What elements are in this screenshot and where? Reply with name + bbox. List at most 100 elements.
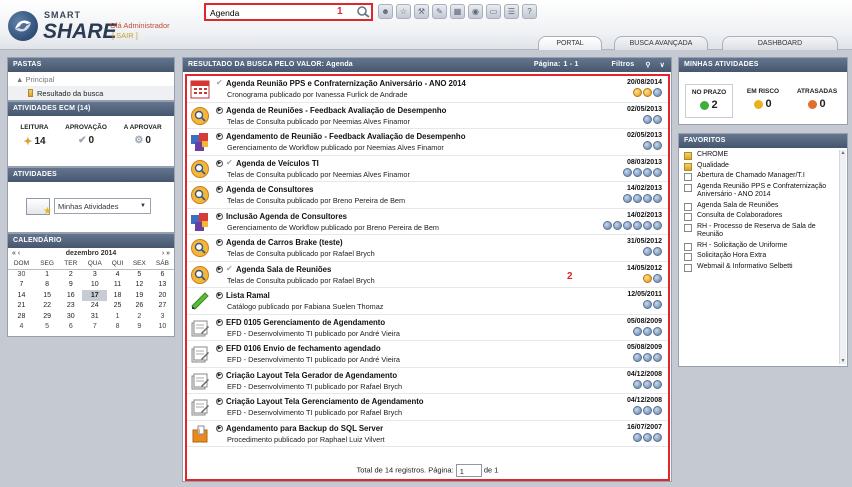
calendar-day[interactable]: 14 bbox=[8, 290, 35, 301]
action-favorite-icon[interactable] bbox=[643, 273, 652, 283]
favorite-item[interactable]: Abertura de Chamado Manager/T.I bbox=[679, 171, 837, 182]
result-title[interactable]: EFD 0105 Gerenciamento de Agendamento bbox=[226, 318, 385, 327]
calendar-day[interactable]: 3 bbox=[151, 311, 174, 322]
em-risco[interactable]: EM RISCO 0 bbox=[739, 84, 787, 118]
calendar-day[interactable]: 25 bbox=[107, 301, 128, 312]
expand-arrow-icon[interactable]: ▶ bbox=[216, 371, 223, 379]
favorite-item[interactable]: RH - Processo de Reserva de Sala de Reun… bbox=[679, 222, 837, 241]
expand-arrow-icon[interactable]: ▶ bbox=[216, 159, 223, 167]
result-row[interactable]: i ▶ Agendamento para Backup do SQL Server P… bbox=[187, 421, 668, 447]
action-view-icon[interactable] bbox=[643, 406, 652, 415]
action-view-icon[interactable] bbox=[633, 220, 642, 230]
result-title[interactable]: Lista Ramal bbox=[226, 291, 270, 300]
action-view-icon[interactable] bbox=[653, 247, 662, 256]
expand-arrow-icon[interactable]: ▶ bbox=[216, 133, 223, 140]
calendar-day[interactable]: 12 bbox=[128, 280, 151, 291]
ecm-leitura[interactable]: LEITURA ✦ 14 bbox=[20, 124, 48, 160]
result-row[interactable]: ✔ Agenda Reunião PPS e Confraternização A… bbox=[187, 76, 668, 103]
result-title[interactable]: EFD 0106 Envio de fechamento agendado bbox=[226, 344, 381, 353]
calendar-day[interactable]: 16 bbox=[59, 290, 82, 301]
result-row[interactable]: ▶ ✔ Agenda de Veículos TI Telas de Consulta… bbox=[187, 156, 668, 182]
calendar-day[interactable]: 4 bbox=[8, 322, 35, 333]
action-view-icon[interactable] bbox=[603, 220, 612, 230]
calendar-day[interactable]: 29 bbox=[35, 311, 59, 322]
action-view-icon[interactable] bbox=[643, 432, 652, 442]
action-view-icon[interactable] bbox=[653, 432, 662, 442]
favorite-item[interactable]: Qualidade bbox=[679, 161, 837, 172]
calendar-prev-button[interactable]: « ‹ bbox=[12, 250, 20, 259]
action-view-icon[interactable] bbox=[623, 167, 632, 177]
filtros-label[interactable]: Filtros bbox=[612, 61, 635, 72]
calendar-day[interactable]: 1 bbox=[107, 311, 128, 322]
monitor-icon[interactable]: ▭ bbox=[486, 4, 501, 19]
atrasadas[interactable]: ATRASADAS 0 bbox=[793, 84, 841, 118]
logout-link[interactable]: [ SAIR ] bbox=[112, 31, 138, 40]
action-view-icon[interactable] bbox=[653, 353, 662, 362]
favorite-item[interactable]: Consulta de Colaboradores bbox=[679, 211, 837, 222]
calendar-day[interactable]: 21 bbox=[8, 301, 35, 312]
star-icon[interactable]: ☆ bbox=[396, 4, 411, 19]
expand-arrow-icon[interactable]: ▶ bbox=[216, 292, 223, 299]
action-view-icon[interactable] bbox=[633, 432, 642, 442]
action-view-icon[interactable] bbox=[643, 247, 652, 256]
tools-icon[interactable]: ⚒ bbox=[414, 4, 429, 19]
expand-arrow-icon[interactable]: ▶ bbox=[216, 212, 223, 220]
action-view-icon[interactable] bbox=[653, 326, 662, 336]
calendar-day[interactable]: 30 bbox=[8, 269, 35, 280]
action-view-icon[interactable] bbox=[643, 326, 652, 336]
calendar-day[interactable]: 2 bbox=[59, 269, 82, 280]
record-icon[interactable]: ◉ bbox=[468, 4, 483, 19]
calendar-day[interactable]: 2 bbox=[128, 311, 151, 322]
action-view-icon[interactable] bbox=[653, 88, 662, 97]
favorite-item[interactable]: CHROME bbox=[679, 150, 837, 161]
action-view-icon[interactable] bbox=[633, 326, 642, 336]
action-view-icon[interactable] bbox=[633, 406, 642, 415]
action-view-icon[interactable] bbox=[633, 167, 642, 177]
list-icon[interactable]: ☰ bbox=[504, 4, 519, 19]
calendar-day[interactable]: 3 bbox=[82, 269, 107, 280]
action-view-icon[interactable] bbox=[643, 194, 652, 203]
calendar-day[interactable]: 22 bbox=[35, 301, 59, 312]
calendar-day[interactable]: 10 bbox=[82, 280, 107, 291]
calendar-day[interactable]: 5 bbox=[128, 269, 151, 280]
action-favorite-icon[interactable] bbox=[633, 88, 642, 97]
calendar-day-today[interactable]: 17 bbox=[82, 290, 108, 301]
pastas-resultado[interactable]: Resultado da busca bbox=[8, 86, 174, 100]
tab-portal[interactable]: PORTAL bbox=[538, 36, 602, 50]
result-title[interactable]: Criação Layout Tela Gerenciamento de Age… bbox=[226, 397, 424, 406]
action-view-icon[interactable] bbox=[623, 220, 632, 230]
action-favorite-icon[interactable] bbox=[643, 88, 652, 97]
tab-busca-avancada[interactable]: BUSCA AVANÇADA bbox=[614, 36, 708, 50]
action-view-icon[interactable] bbox=[643, 379, 652, 389]
result-row[interactable]: ▶ EFD 0105 Gerenciamento de Agendamento EF… bbox=[187, 315, 668, 341]
expand-arrow-icon[interactable]: ▶ bbox=[216, 186, 223, 193]
result-title[interactable]: Agenda de Carros Brake (teste) bbox=[226, 238, 343, 247]
calendar-day[interactable]: 30 bbox=[59, 311, 82, 322]
no-prazo[interactable]: NO PRAZO 2 bbox=[685, 84, 733, 118]
calendar-day[interactable]: 4 bbox=[107, 269, 128, 280]
search-button[interactable] bbox=[353, 5, 373, 19]
calendar-day[interactable]: 20 bbox=[151, 290, 174, 301]
calendar-day[interactable]: 8 bbox=[107, 322, 128, 333]
calendar-day[interactable]: 23 bbox=[59, 301, 82, 312]
result-title[interactable]: Criação Layout Tela Gerador de Agendamen… bbox=[226, 371, 397, 380]
action-view-icon[interactable] bbox=[643, 141, 652, 150]
action-view-icon[interactable] bbox=[653, 406, 662, 415]
action-view-icon[interactable] bbox=[653, 300, 662, 309]
favorite-item[interactable]: Solicitação Hora Extra bbox=[679, 251, 837, 262]
result-title[interactable]: Agendamento de Reunião - Feedback Avalia… bbox=[226, 132, 465, 141]
action-view-icon[interactable] bbox=[633, 194, 642, 203]
calendar-day[interactable]: 6 bbox=[151, 269, 174, 280]
calendar-day[interactable]: 8 bbox=[35, 280, 59, 291]
result-row[interactable]: ▶ Criação Layout Tela Gerenciamento de Ag… bbox=[187, 394, 668, 421]
calculator-icon[interactable]: ▦ bbox=[450, 4, 465, 19]
ecm-a-aprovar[interactable]: A APROVAR ⚙ 0 bbox=[124, 124, 162, 160]
expand-arrow-icon[interactable]: ▶ bbox=[216, 424, 223, 432]
scroll-down-icon[interactable]: ▼ bbox=[840, 358, 846, 364]
calendar-day[interactable]: 13 bbox=[151, 280, 174, 291]
calendar-day[interactable]: 1 bbox=[35, 269, 59, 280]
expand-arrow-icon[interactable]: ▶ bbox=[216, 318, 223, 326]
action-view-icon[interactable] bbox=[653, 220, 662, 230]
calendar-day[interactable]: 10 bbox=[151, 322, 174, 333]
wrench-icon[interactable]: ✎ bbox=[432, 4, 447, 19]
